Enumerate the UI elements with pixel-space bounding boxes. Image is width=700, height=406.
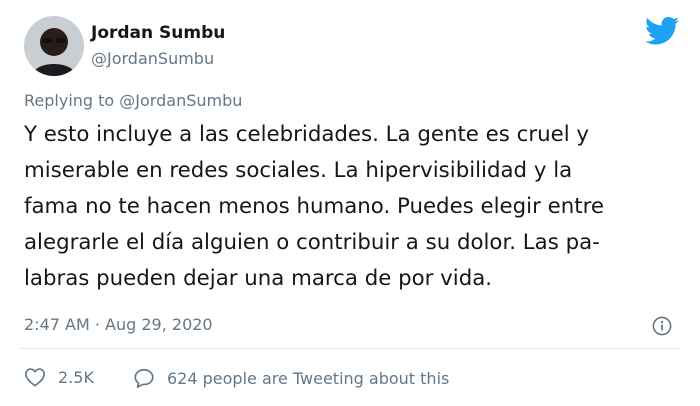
- author-name[interactable]: Jordan Sumbu: [91, 23, 225, 43]
- reply-target-link[interactable]: @JordanSumbu: [119, 91, 242, 110]
- tweet-line: alegrarle el día alguien o contribuir a …: [24, 230, 600, 255]
- like-button[interactable]: 2.5K: [24, 367, 94, 387]
- avatar[interactable]: [24, 16, 84, 76]
- reply-prefix: Replying to: [24, 91, 120, 110]
- twitter-bird-icon[interactable]: [645, 16, 679, 46]
- reply-context: Replying to @JordanSumbu: [24, 91, 242, 110]
- speech-bubble-icon: [133, 367, 155, 389]
- author-handle[interactable]: @JordanSumbu: [91, 49, 214, 68]
- tweet-line: labras pueden dejar una marca de por vid…: [24, 266, 493, 291]
- conversation-text: 624 people are Tweeting about this: [167, 368, 450, 388]
- tweet-line: Y esto incluye a las celebridades. La ge…: [24, 122, 589, 147]
- divider: [20, 348, 680, 349]
- tweet-line: miserable en redes sociales. La hipervis…: [24, 158, 573, 183]
- like-count: 2.5K: [58, 367, 94, 387]
- tweet-text: Y esto incluye a las celebridades. La ge…: [24, 117, 696, 297]
- heart-icon: [24, 367, 46, 387]
- conversation-link[interactable]: 624 people are Tweeting about this: [133, 367, 449, 389]
- info-icon[interactable]: [652, 316, 672, 336]
- tweet-line: fama no te hacen menos humano. Puedes el…: [24, 194, 604, 219]
- tweet-timestamp[interactable]: 2:47 AM · Aug 29, 2020: [24, 315, 213, 334]
